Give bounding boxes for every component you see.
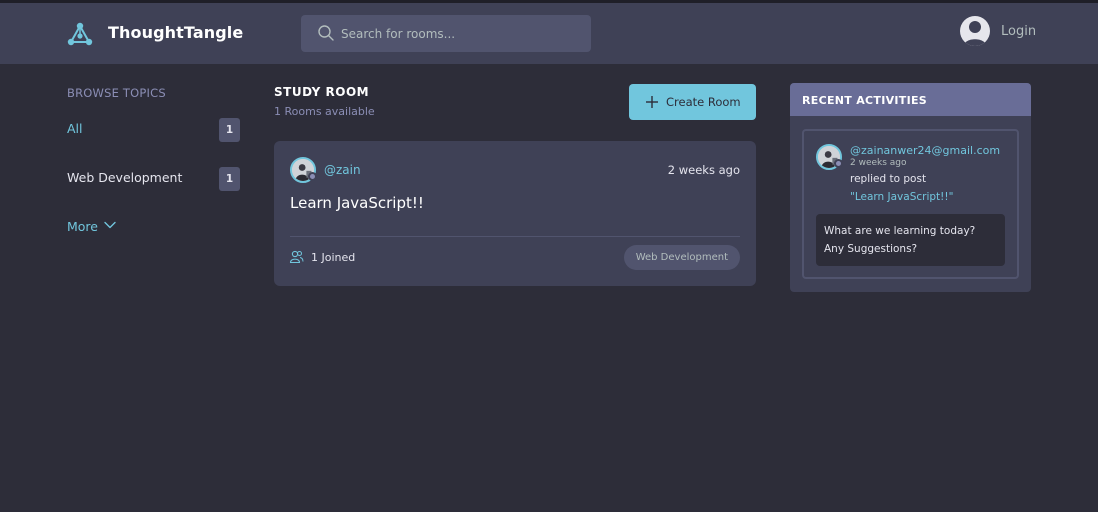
topic-web-development[interactable]: Web Development [67, 170, 182, 185]
recent-activities-header: RECENT ACTIVITIES [790, 83, 1031, 116]
search-bar[interactable] [301, 15, 591, 52]
activity-message: What are we learning today? Any Suggesti… [816, 214, 1005, 266]
divider [290, 236, 740, 237]
activity-item: @zainanwer24@gmail.com 2 weeks ago repli… [802, 129, 1019, 279]
topic-all-count: 1 [219, 118, 240, 142]
room-host[interactable]: @zain [324, 163, 361, 177]
chevron-down-icon[interactable] [103, 218, 117, 232]
rooms-count: 1 Rooms available [274, 105, 375, 118]
activity-user[interactable]: @zainanwer24@gmail.com [850, 144, 1000, 157]
room-card[interactable]: @zain 2 weeks ago Learn JavaScript!! 1 J… [274, 141, 756, 286]
users-icon [289, 250, 304, 264]
room-time: 2 weeks ago [667, 163, 740, 177]
recent-activities-panel: RECENT ACTIVITIES @zainanwer24@gmail.com… [790, 83, 1031, 292]
create-room-button[interactable]: Create Room [629, 84, 756, 120]
user-avatar[interactable] [960, 16, 990, 46]
search-icon [318, 25, 334, 41]
status-dot [834, 159, 843, 168]
create-room-label: Create Room [666, 95, 741, 109]
activity-action: replied to post [850, 173, 927, 185]
activity-time: 2 weeks ago [850, 158, 907, 168]
search-input[interactable] [341, 15, 581, 52]
user-silhouette-icon [964, 21, 986, 46]
plus-icon [646, 96, 658, 108]
recent-activities-title: RECENT ACTIVITIES [802, 94, 928, 107]
topic-web-development-count: 1 [219, 167, 240, 191]
network-icon[interactable] [66, 20, 94, 48]
more-topics-link[interactable]: More [67, 219, 98, 234]
status-dot [308, 172, 317, 181]
page-title: STUDY ROOM [274, 85, 370, 99]
top-navigation-bar: ThoughtTangle Login [0, 0, 1098, 64]
joined-count: 1 Joined [311, 251, 356, 264]
activity-post-link[interactable]: "Learn JavaScript!!" [850, 191, 953, 203]
brand-name[interactable]: ThoughtTangle [108, 23, 243, 42]
browse-topics-heading: BROWSE TOPICS [67, 86, 166, 100]
login-link[interactable]: Login [1001, 24, 1036, 39]
topic-all[interactable]: All [67, 121, 83, 136]
room-title[interactable]: Learn JavaScript!! [290, 194, 424, 212]
room-topic-badge[interactable]: Web Development [623, 245, 740, 270]
